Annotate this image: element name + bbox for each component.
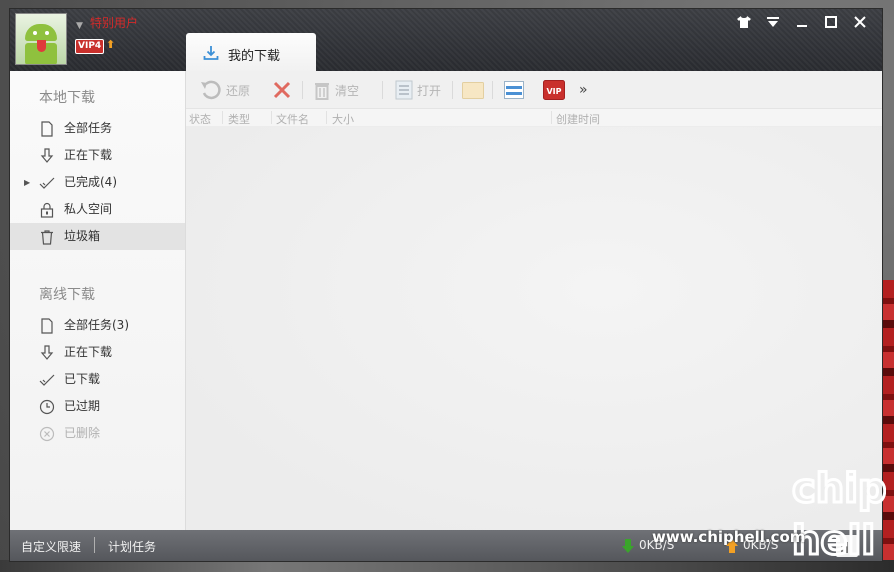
offline-downloads-title: 离线下载 xyxy=(39,287,95,303)
vip-icon: VIP xyxy=(543,80,565,100)
download-arrow-icon xyxy=(40,345,54,360)
sidebar-item-local-completed[interactable]: ▶ 已完成(4) xyxy=(10,169,185,196)
custom-speed-limit-link[interactable]: 自定义限速 xyxy=(21,538,81,555)
sidebar-item-label: 全部任务 xyxy=(64,121,113,135)
sidebar-item-offline-expired[interactable]: 已过期 xyxy=(10,393,185,420)
avatar[interactable] xyxy=(15,13,67,65)
column-status[interactable]: 状态 xyxy=(189,111,211,127)
sidebar-item-offline-downloaded[interactable]: 已下载 xyxy=(10,366,185,393)
column-created-time[interactable]: 创建时间 xyxy=(556,111,600,127)
toolbar-separator xyxy=(382,81,383,99)
trash-can-icon xyxy=(315,83,329,100)
clear-button[interactable]: 清空 xyxy=(313,80,359,100)
toolbar-separator xyxy=(302,81,303,99)
sidebar-item-label: 全部任务(3) xyxy=(64,318,129,332)
open-label: 打开 xyxy=(417,83,442,98)
toolbar: 还原 清空 打开 VIP » xyxy=(186,71,882,109)
sidebar-item-label: 已删除 xyxy=(64,426,101,440)
column-type[interactable]: 类型 xyxy=(228,111,250,127)
more-button[interactable]: » xyxy=(579,80,588,100)
minimize-icon[interactable] xyxy=(787,13,816,31)
maximize-icon[interactable] xyxy=(816,13,845,31)
watermark-site: www.chiphell.com xyxy=(652,528,806,546)
clear-label: 清空 xyxy=(335,83,360,98)
folder-icon xyxy=(462,82,484,99)
trash-icon xyxy=(41,230,53,245)
sidebar-item-label: 已下载 xyxy=(64,372,101,386)
delete-button[interactable] xyxy=(273,80,291,100)
file-icon xyxy=(41,121,53,137)
x-circle-icon xyxy=(39,426,55,442)
list-view-icon xyxy=(504,81,524,99)
vip-button[interactable]: VIP xyxy=(543,80,565,100)
sidebar-item-label: 正在下载 xyxy=(64,148,113,162)
check-icon xyxy=(39,374,55,386)
restore-label: 还原 xyxy=(226,83,251,98)
task-list-area[interactable] xyxy=(186,127,882,531)
sidebar-item-local-downloading[interactable]: 正在下载 xyxy=(10,142,185,169)
sidebar: 本地下载 全部任务 正在下载 ▶ 已完成(4) 私人空间 垃圾箱 离线下载 全部… xyxy=(10,71,186,531)
status-separator xyxy=(94,537,95,553)
list-view-button[interactable] xyxy=(504,80,524,100)
open-file-icon xyxy=(395,80,413,100)
toolbar-separator xyxy=(492,81,493,99)
column-size[interactable]: 大小 xyxy=(332,111,354,127)
sidebar-item-trash[interactable]: 垃圾箱 xyxy=(10,223,185,250)
tab-label: 我的下载 xyxy=(228,49,281,64)
user-menu-caret-icon[interactable]: ▼ xyxy=(76,21,83,31)
expand-arrow-icon[interactable]: ▶ xyxy=(24,169,30,196)
tab-my-downloads[interactable]: 我的下载 xyxy=(186,33,316,71)
window-controls xyxy=(729,13,874,31)
android-head-icon xyxy=(25,24,57,41)
toolbar-separator xyxy=(452,81,453,99)
skin-icon[interactable] xyxy=(729,13,758,31)
sidebar-item-offline-downloading[interactable]: 正在下载 xyxy=(10,339,185,366)
sidebar-item-label: 垃圾箱 xyxy=(64,229,101,243)
lock-icon xyxy=(40,202,54,218)
tongue-icon xyxy=(37,40,46,52)
sidebar-item-private-space[interactable]: 私人空间 xyxy=(10,196,185,223)
column-header: 状态 类型 文件名 大小 创建时间 xyxy=(186,109,882,127)
open-folder-button[interactable] xyxy=(462,80,484,100)
sidebar-item-label: 已完成(4) xyxy=(64,175,117,189)
sidebar-item-offline-deleted[interactable]: 已删除 xyxy=(10,420,185,447)
sidebar-item-offline-all[interactable]: 全部任务(3) xyxy=(10,312,185,339)
sidebar-item-local-all[interactable]: 全部任务 xyxy=(10,115,185,142)
menu-icon[interactable] xyxy=(758,13,787,31)
check-icon xyxy=(39,177,55,189)
clock-icon xyxy=(39,399,55,415)
sidebar-item-label: 私人空间 xyxy=(64,202,113,216)
vip-badge[interactable]: VIP4 xyxy=(75,39,105,54)
restore-button[interactable]: 还原 xyxy=(200,80,250,100)
column-filename[interactable]: 文件名 xyxy=(276,111,309,127)
title-bar: ▼ 特别用户 VIP4 ⬆ 我的下载 xyxy=(10,9,882,71)
local-downloads-title: 本地下载 xyxy=(39,90,95,106)
file-icon xyxy=(41,318,53,334)
delete-x-icon xyxy=(273,81,291,99)
download-tray-icon xyxy=(203,46,219,60)
scheduled-tasks-link[interactable]: 计划任务 xyxy=(108,538,156,555)
sidebar-item-label: 已过期 xyxy=(64,399,101,413)
download-speed-icon xyxy=(622,539,634,553)
close-icon[interactable] xyxy=(845,13,874,31)
undo-icon xyxy=(201,80,221,100)
svg-text:VIP: VIP xyxy=(546,87,561,96)
download-arrow-icon xyxy=(40,148,54,163)
download-manager-window: ▼ 特别用户 VIP4 ⬆ 我的下载 本地下载 全部任务 正在下载 ▶ 已完成(… xyxy=(9,8,883,562)
upgrade-arrow-icon: ⬆ xyxy=(106,38,116,51)
open-button[interactable]: 打开 xyxy=(395,80,441,100)
username[interactable]: 特别用户 xyxy=(90,14,138,31)
sidebar-item-label: 正在下载 xyxy=(64,345,113,359)
logo-top-text: chip xyxy=(792,466,886,512)
